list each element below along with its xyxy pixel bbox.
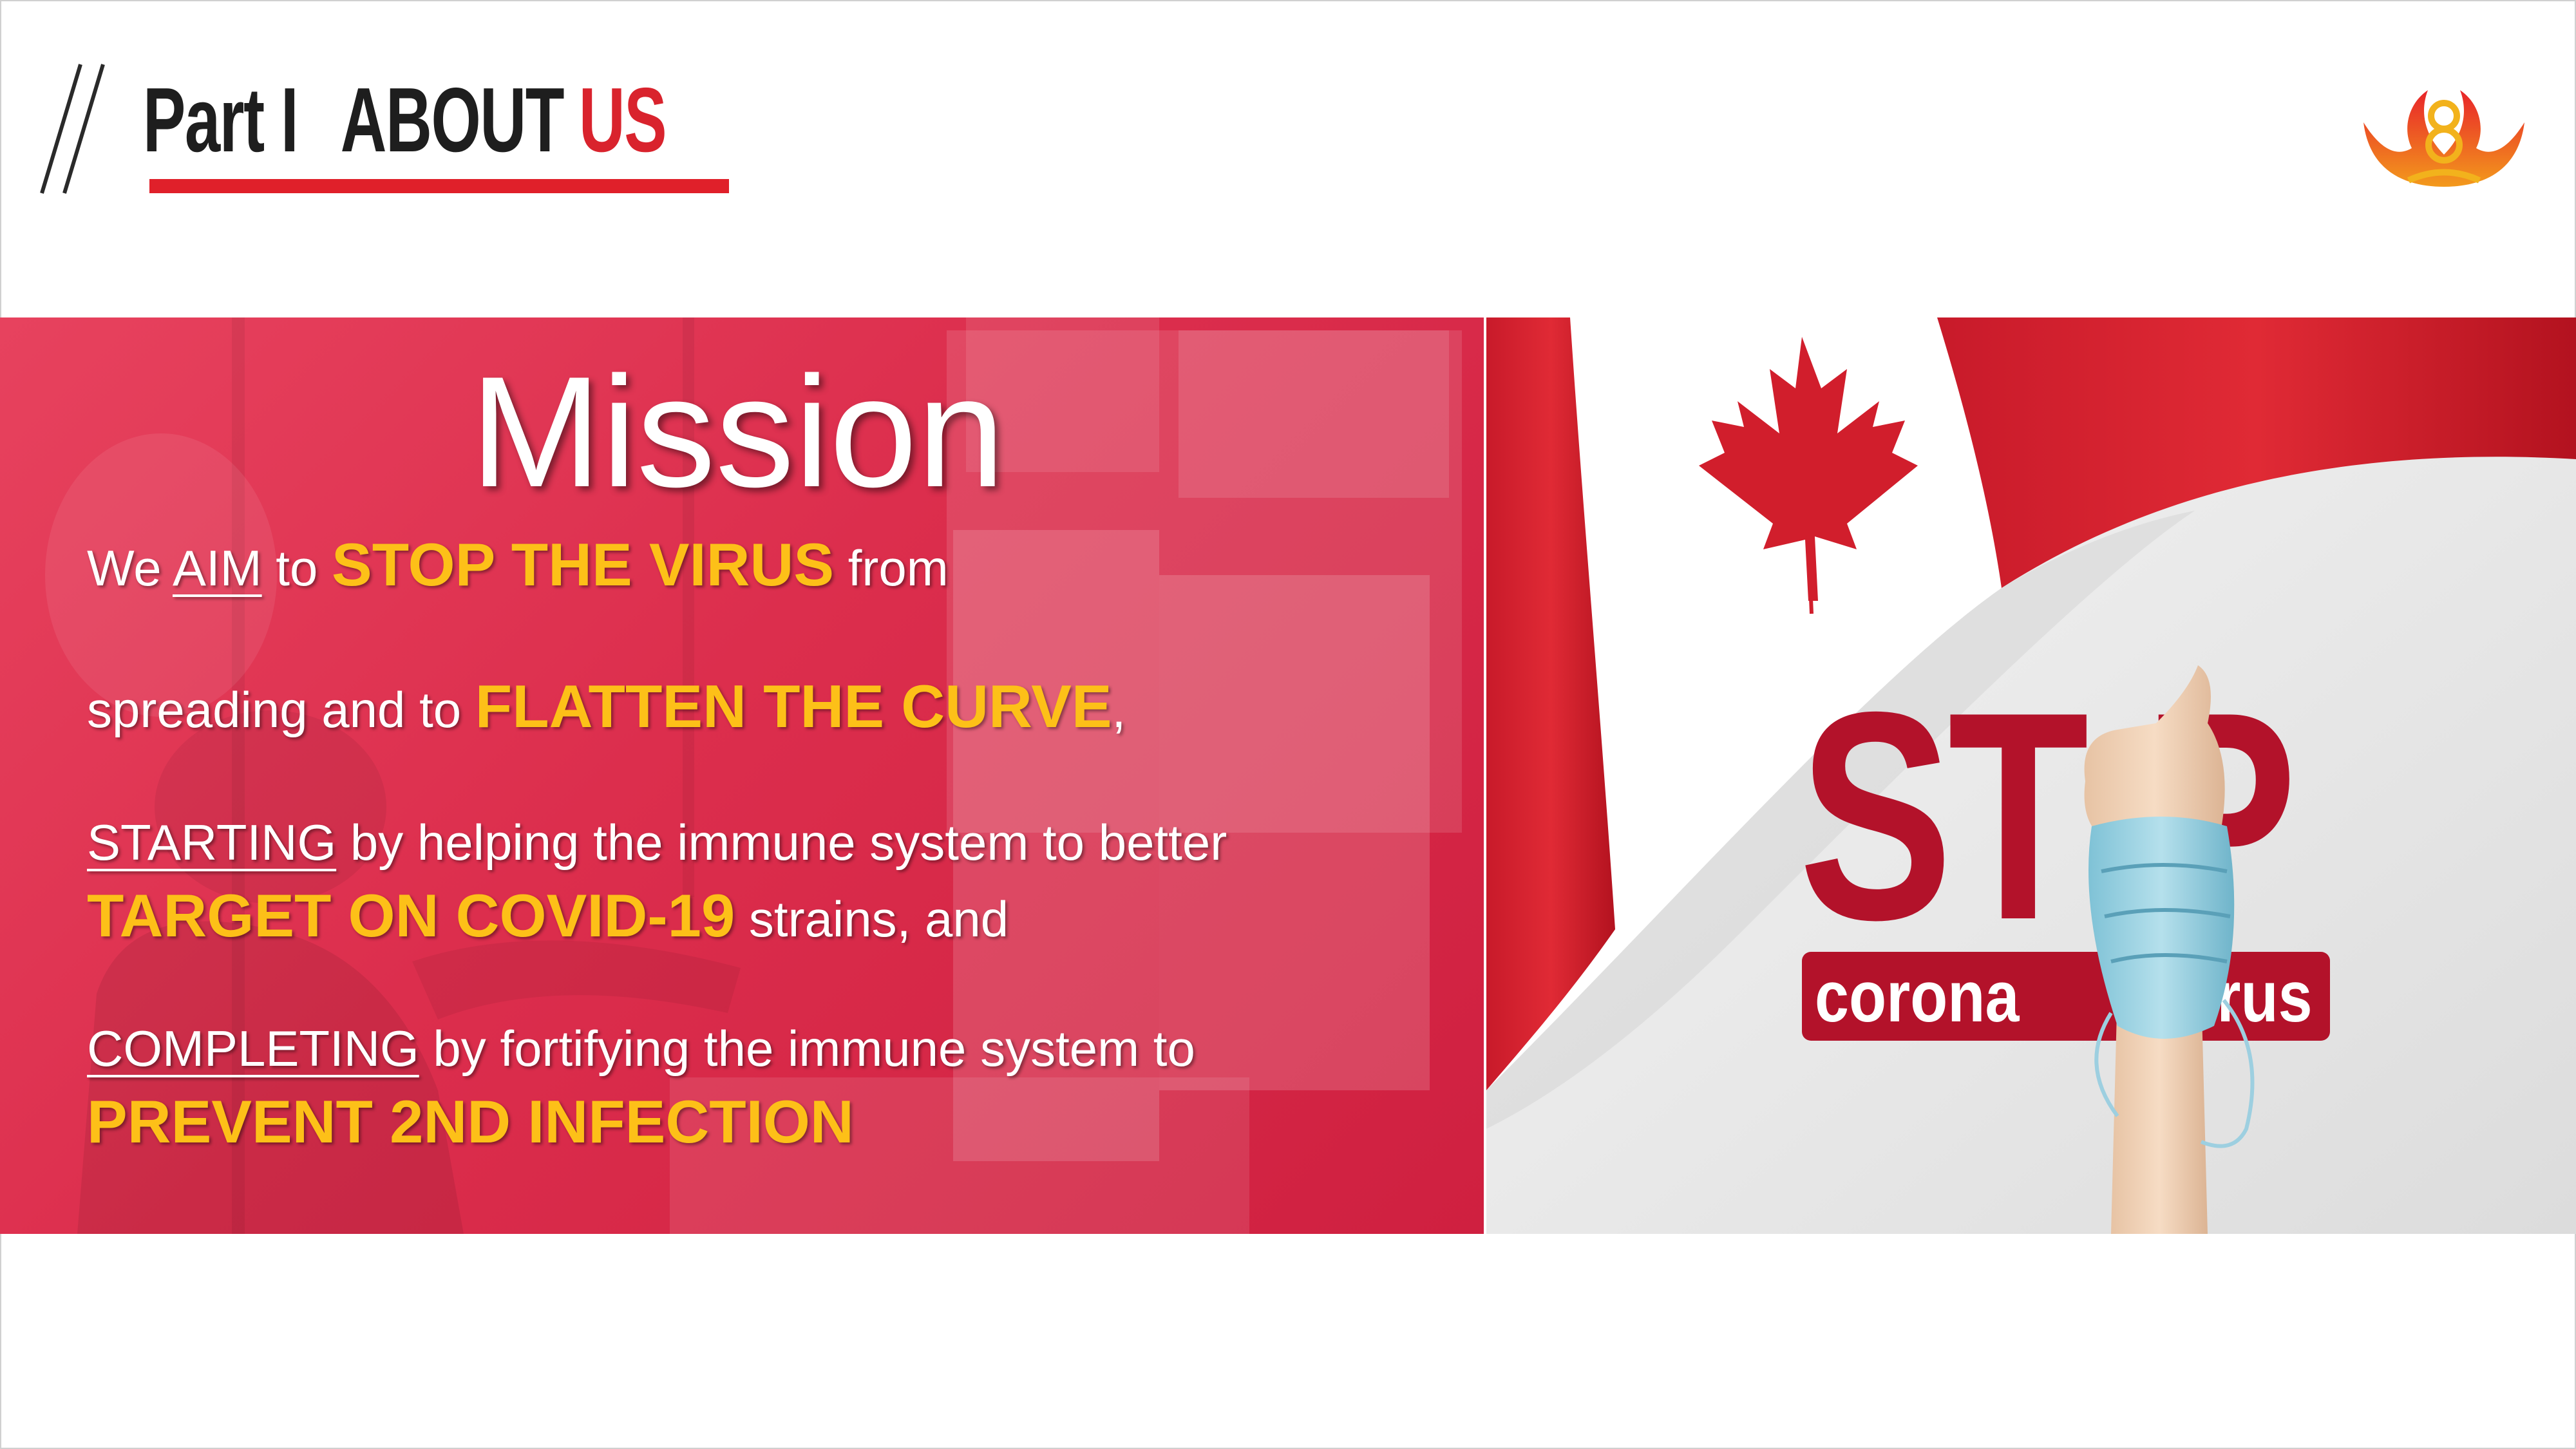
mission-line-3: STARTING by helping the immune system to… (87, 814, 1227, 871)
title-underline (149, 179, 729, 193)
highlight-prevent-infection: PREVENT 2ND INFECTION (87, 1088, 854, 1155)
highlight-stop-the-virus: STOP THE VIRUS (332, 531, 835, 598)
mission-line-6: PREVENT 2ND INFECTION (87, 1087, 854, 1157)
hand-holding-mask-icon (2084, 665, 2255, 1234)
stop-corona-panel: ST P corona virus (1486, 317, 2576, 1234)
mission-panel: Mission We AIM to STOP THE VIRUS from sp… (0, 317, 1484, 1234)
double-slash-icon (40, 64, 105, 194)
section-title: Part I ABOUT US (143, 68, 667, 177)
us-label: US (578, 69, 667, 171)
about-label: ABOUT (340, 69, 565, 171)
part-label: Part I (143, 69, 299, 171)
mission-line-2: spreading and to FLATTEN THE CURVE, (87, 672, 1126, 740)
mission-line-4: TARGET ON COVID-19 strains, and (87, 882, 1009, 949)
corona-label: corona (1815, 956, 2020, 1037)
mission-line-1: We AIM to STOP THE VIRUS from (87, 531, 949, 598)
mission-line-5: COMPLETING by fortifying the immune syst… (87, 1020, 1195, 1077)
highlight-flatten-the-curve: FLATTEN THE CURVE (475, 672, 1112, 740)
highlight-target-covid: TARGET ON COVID-19 (87, 882, 735, 949)
lotus-logo-icon (2363, 90, 2524, 187)
